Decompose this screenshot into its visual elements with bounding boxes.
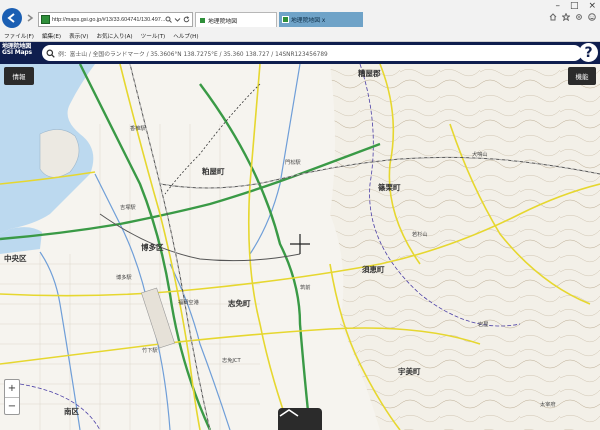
forward-button[interactable] <box>24 12 36 24</box>
label-kasuya-gun: 糟屋郡 <box>357 68 381 78</box>
address-url: http://maps.gsi.go.jp/#13/33.604741/130.… <box>52 16 165 23</box>
zoom-in-button[interactable]: + <box>5 380 19 397</box>
menu-favorites[interactable]: お気に入り(A) <box>96 32 132 40</box>
window-controls: – □ × <box>555 1 596 11</box>
minimize-icon[interactable]: – <box>555 1 560 11</box>
search-input[interactable]: 例：富士山 / 全国のランドマーク / 35.3606°N 138.7275°E… <box>58 49 328 58</box>
label-yoshizuka: 吉塚駅 <box>120 203 136 211</box>
arrow-right-icon <box>27 14 34 22</box>
label-kado: 門松駅 <box>285 158 301 166</box>
tab-gsi-maps-2[interactable]: 地理院地図 x <box>279 12 363 27</box>
browser-chrome: http://maps.gsi.go.jp/#13/33.604741/130.… <box>0 0 600 42</box>
menu-bar: ファイル(F) 編集(E) 表示(V) お気に入り(A) ツール(T) ヘルプ(… <box>0 30 600 41</box>
back-button[interactable] <box>2 8 22 28</box>
label-dazaifu: 太宰府 <box>540 400 556 408</box>
site-header: 地理院地図 GSI Maps 例：富士山 / 全国のランドマーク / 35.36… <box>0 42 600 64</box>
gear-icon[interactable] <box>575 13 583 21</box>
label-shime: 志免町 <box>228 298 251 308</box>
zoom-control: + − <box>4 379 20 415</box>
tab-title: 地理院地図 <box>208 18 237 25</box>
site-favicon-icon <box>41 15 50 24</box>
bottom-panel-toggle[interactable] <box>278 408 322 430</box>
menu-file[interactable]: ファイル(F) <box>4 32 34 40</box>
browser-window: http://maps.gsi.go.jp/#13/33.604741/130.… <box>0 0 600 430</box>
label-chuo-ku: 中央区 <box>4 253 27 263</box>
browser-toolbar-icons <box>549 13 596 21</box>
menu-view[interactable]: 表示(V) <box>69 32 88 40</box>
smiley-icon[interactable] <box>588 13 596 21</box>
search-box[interactable]: 例：富士山 / 全国のランドマーク / 35.3606°N 138.7275°E… <box>42 45 582 61</box>
label-hakata-eki: 博多駅 <box>116 273 132 281</box>
label-wakasugi: 若杉山 <box>412 230 428 238</box>
function-button[interactable]: 機能 <box>568 67 596 85</box>
label-takeshita: 竹下駅 <box>142 346 158 354</box>
map-tiles: 糟屋郡 粕屋町 篠栗町 博多区 中央区 志免町 須恵町 宇美町 南区 博多駅 竹… <box>0 64 600 430</box>
info-button[interactable]: 情報 <box>4 67 34 85</box>
label-sue: 須恵町 <box>361 264 385 274</box>
tab-favicon-icon <box>199 16 206 24</box>
menu-tools[interactable]: ツール(T) <box>141 32 166 40</box>
address-bar[interactable]: http://maps.gsi.go.jp/#13/33.604741/130.… <box>38 12 193 27</box>
map-canvas[interactable]: 糟屋郡 粕屋町 篠栗町 博多区 中央区 志免町 須恵町 宇美町 南区 博多駅 竹… <box>0 64 600 430</box>
gsi-logo[interactable]: 地理院地図 GSI Maps <box>2 42 42 64</box>
tab-title: 地理院地図 x <box>291 18 326 24</box>
maximize-icon[interactable]: □ <box>570 1 579 11</box>
close-icon[interactable]: × <box>588 1 596 11</box>
label-fukuoka-airport: 福岡空港 <box>178 298 200 306</box>
search-icon[interactable] <box>165 16 172 23</box>
tab-favicon-icon <box>282 16 289 23</box>
label-iwayado: 岩屋 <box>478 320 488 328</box>
label-minami-ku: 南区 <box>64 406 79 416</box>
menu-help[interactable]: ヘルプ(H) <box>173 32 198 40</box>
label-kasuya-machi: 粕屋町 <box>202 166 225 176</box>
zoom-out-button[interactable]: − <box>5 397 19 414</box>
logo-line-en: GSI Maps <box>2 49 32 57</box>
refresh-icon[interactable] <box>183 16 190 23</box>
label-kashii: 香椎駅 <box>130 124 146 132</box>
menu-edit[interactable]: 編集(E) <box>42 32 61 40</box>
arrow-left-icon <box>7 13 15 23</box>
label-chikuzen: 筑前 <box>300 283 310 291</box>
search-icon <box>46 48 55 58</box>
label-inatsuki: 犬鳴山 <box>472 150 488 158</box>
help-button[interactable]: ? <box>579 43 598 62</box>
home-icon[interactable] <box>549 13 557 21</box>
label-sasaguri: 篠栗町 <box>378 182 401 192</box>
label-umi: 宇美町 <box>398 366 421 376</box>
star-icon[interactable] <box>562 13 570 21</box>
label-hakata-ku: 博多区 <box>141 242 164 252</box>
tab-gsi-maps-1[interactable]: 地理院地図 <box>195 12 277 27</box>
label-shime-jct: 志免JCT <box>222 356 242 364</box>
dropdown-icon[interactable] <box>174 16 181 23</box>
chevron-up-icon <box>279 409 299 417</box>
